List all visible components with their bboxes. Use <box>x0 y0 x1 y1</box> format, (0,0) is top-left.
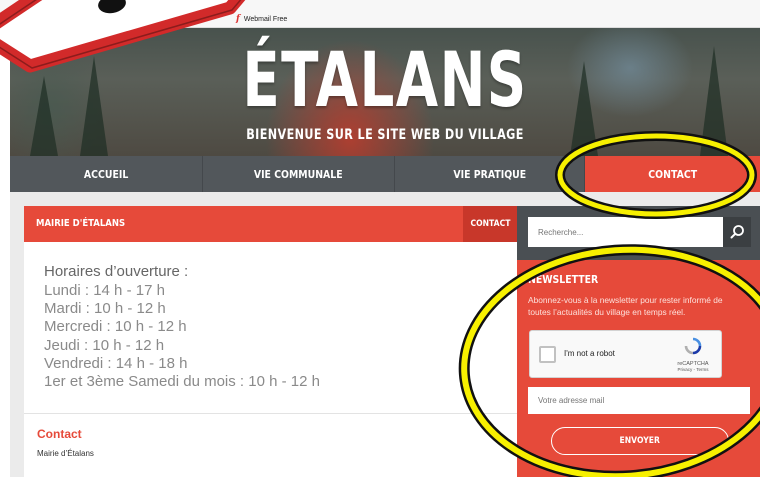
free-f-icon: f <box>236 14 240 24</box>
contact-heading: Contact <box>37 427 82 441</box>
bookmark-label: Webmail Free <box>243 15 288 23</box>
recaptcha-checkbox[interactable] <box>539 346 556 363</box>
newsletter-description: Abonnez-vous à la newsletter pour rester… <box>528 295 723 317</box>
search-button[interactable] <box>723 217 751 247</box>
nav-item-vie-pratique[interactable]: VIE PRATIQUE <box>395 156 585 192</box>
hours-item: Vendredi : 14 h - 18 h <box>44 354 188 372</box>
site-subtitle: BIENVENUE SUR LE SITE WEB DU VILLAGE <box>246 127 524 143</box>
email-field[interactable] <box>528 387 750 414</box>
recaptcha-logo-icon <box>684 337 702 355</box>
site-header-banner: ÉTALANS BIENVENUE SUR LE SITE WEB DU VIL… <box>10 28 760 156</box>
main-card: MAIRIE D'ÉTALANS CONTACT Horaires d’ouve… <box>24 206 517 477</box>
card-title: MAIRIE D'ÉTALANS <box>36 218 126 229</box>
hours-item: 1er et 3ème Samedi du mois : 10 h - 12 h <box>44 373 320 391</box>
newsletter-widget: NEWSLETTER Abonnez-vous à la newsletter … <box>517 260 760 477</box>
hours-item: Mercredi : 10 h - 12 h <box>44 318 187 336</box>
card-header: MAIRIE D'ÉTALANS CONTACT <box>24 206 517 242</box>
bookmark-webmail-free[interactable]: f Webmail Free <box>236 14 287 24</box>
hours-list: Lundi : 14 h - 17 h Mardi : 10 h - 12 h … <box>44 282 320 391</box>
search-input[interactable] <box>528 217 723 247</box>
divider <box>24 413 517 414</box>
nav-item-vie-communale[interactable]: VIE COMMUNALE <box>203 156 395 192</box>
recaptcha-links[interactable]: Privacy - Terms <box>671 367 715 372</box>
send-button[interactable]: ENVOYER <box>551 427 729 455</box>
contact-line: Mairie d’Étalans <box>37 449 94 458</box>
recaptcha-widget: I'm not a robot reCAPTCHA Privacy - Term… <box>529 330 722 378</box>
hours-item: Jeudi : 10 h - 12 h <box>44 336 165 354</box>
tree-silhouette <box>30 76 58 156</box>
site-title[interactable]: ÉTALANS <box>115 42 655 118</box>
hours-item: Mardi : 10 h - 12 h <box>44 300 166 318</box>
tree-silhouette <box>700 46 728 156</box>
main-nav: ACCUEIL VIE COMMUNALE VIE PRATIQUE CONTA… <box>10 156 760 192</box>
hours-title: Horaires d’ouverture : <box>44 263 189 280</box>
nav-item-accueil[interactable]: ACCUEIL <box>10 156 203 192</box>
recaptcha-label: I'm not a robot <box>564 349 615 358</box>
nav-item-contact[interactable]: CONTACT <box>585 156 760 192</box>
breadcrumb-contact[interactable]: CONTACT <box>463 206 517 242</box>
sidebar: NEWSLETTER Abonnez-vous à la newsletter … <box>517 206 760 477</box>
bookmarks-bar: f Webmail Free <box>0 0 760 28</box>
newsletter-title: NEWSLETTER <box>528 273 599 286</box>
hours-item: Lundi : 14 h - 17 h <box>44 282 165 299</box>
search-icon <box>730 225 744 239</box>
recaptcha-brand: reCAPTCHA Privacy - Terms <box>671 337 715 372</box>
